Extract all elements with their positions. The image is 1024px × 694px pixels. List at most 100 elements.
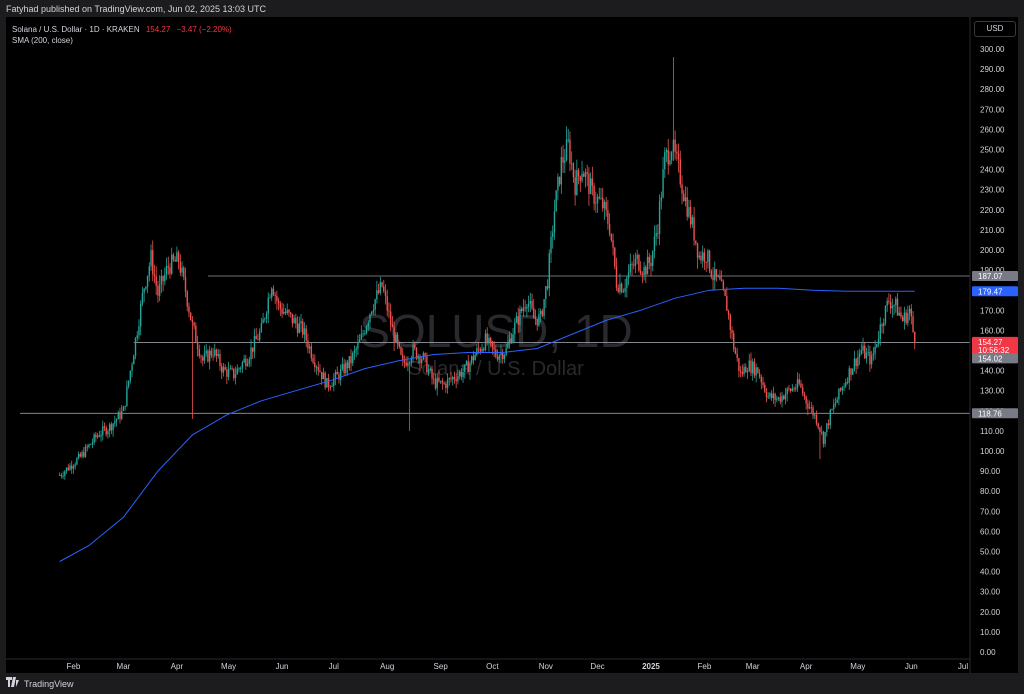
candle-body [319, 370, 321, 373]
candle-body [431, 368, 433, 379]
candle-body [138, 326, 140, 336]
price-tags: 187.07118.76179.47154.2710:56:32154.02 [972, 270, 1018, 419]
candle-body [69, 465, 71, 470]
candle-body [558, 176, 561, 185]
candle-body [858, 353, 861, 357]
candle-body [362, 333, 364, 335]
candle-body [588, 173, 590, 195]
candle-body [226, 369, 228, 377]
candle-body [822, 431, 825, 444]
watermark-name: Solana / U.S. Dollar [408, 358, 584, 380]
candle-body [253, 335, 256, 352]
candle-body [819, 427, 821, 432]
candle-body [379, 282, 382, 293]
candle-body [839, 388, 842, 391]
candle-body [893, 305, 895, 306]
candle-body [391, 324, 394, 328]
footer: TradingView [6, 677, 74, 690]
candle-body [910, 308, 913, 317]
candle-body [438, 377, 440, 382]
candle-body [446, 379, 449, 389]
time-tick-label: Feb [67, 662, 81, 671]
time-tick-label: 2025 [642, 662, 660, 671]
candle-body [619, 283, 621, 292]
candle-body [131, 364, 133, 371]
candle-body [234, 374, 237, 379]
price-tick-label: 100.00 [980, 447, 1005, 456]
candle-body [126, 386, 128, 406]
candle-body [560, 157, 563, 185]
candle-body [498, 355, 500, 360]
candle-body [672, 139, 675, 153]
candle-body [412, 344, 414, 359]
candle-body [62, 475, 64, 477]
candle-body [731, 330, 733, 334]
candle-body [298, 323, 300, 333]
candle-body [505, 348, 507, 355]
candle-body [550, 236, 552, 254]
candle-body [781, 395, 783, 402]
candle-body [850, 368, 852, 375]
candle-body [641, 273, 644, 275]
candle-body [510, 338, 513, 343]
candle-body [539, 310, 542, 314]
candle-body [536, 318, 538, 326]
candle-body [872, 353, 875, 356]
candle-body [124, 405, 126, 407]
candle-body [329, 386, 332, 388]
legend-symbol-row[interactable]: Solana / U.S. Dollar · 1D · KRAKEN 154.2… [12, 24, 232, 35]
candle-body [145, 286, 147, 289]
candle-body [572, 163, 575, 178]
candle-body [753, 361, 756, 376]
candle-body [495, 349, 497, 357]
candle-body [172, 254, 175, 260]
time-tick-label: Mar [117, 662, 131, 671]
candle-body [407, 362, 409, 366]
candle-body [207, 350, 209, 362]
legend-indicator[interactable]: SMA (200, close) [12, 35, 232, 46]
time-tick-label: Feb [698, 662, 712, 671]
candle-body [229, 368, 232, 370]
candle-body [122, 406, 125, 411]
candle-body [215, 349, 218, 356]
currency-button[interactable]: USD [974, 21, 1016, 37]
candle-body [524, 307, 526, 309]
candle-body [193, 322, 195, 326]
candle-body [181, 267, 183, 273]
candle-body [167, 266, 169, 268]
candle-body [105, 427, 107, 435]
candle-body [898, 312, 900, 316]
candle-body [155, 276, 157, 286]
candle-body [755, 367, 757, 376]
candle-body [383, 286, 385, 292]
candle-body [519, 308, 521, 325]
candle-body [533, 308, 535, 319]
candle-body [874, 346, 876, 354]
candle-body [324, 372, 326, 388]
candle-body [214, 349, 216, 356]
candle-body [801, 387, 804, 394]
publisher-line: Fatyhad published on TradingView.com, Ju… [6, 4, 266, 14]
candle-body [652, 251, 654, 266]
price-tick-label: 40.00 [980, 568, 1001, 577]
candle-body [177, 252, 180, 263]
candle-body [660, 197, 663, 202]
candle-body [720, 279, 723, 282]
candle-body [374, 299, 376, 310]
candle-body [467, 361, 469, 373]
candle-body [515, 316, 518, 323]
candle-body [820, 431, 823, 433]
candle-body [274, 295, 276, 296]
price-chart[interactable]: SOLUSD, 1DSolana / U.S. Dollar 300.00290… [6, 17, 1018, 673]
candle-body [402, 354, 404, 360]
chart-pane[interactable]: SOLUSD, 1D Solana / U.S. Dollar 300.00 290… [6, 17, 1018, 673]
candle-body [843, 386, 845, 388]
candle-body [271, 288, 273, 298]
candle-body [598, 196, 600, 199]
candle-body [184, 276, 187, 292]
candle-body [734, 349, 737, 354]
candle-body [395, 334, 397, 343]
candle-body [726, 295, 728, 311]
candle-body [520, 308, 523, 311]
candle-body [67, 467, 69, 470]
